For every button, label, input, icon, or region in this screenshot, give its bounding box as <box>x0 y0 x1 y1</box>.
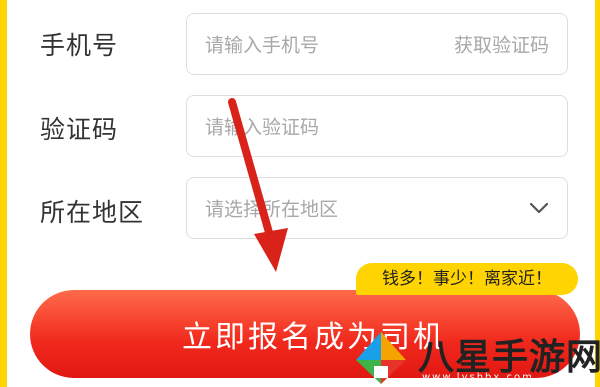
watermark-logo-icon <box>356 332 406 384</box>
region-label: 所在地区 <box>40 198 145 227</box>
code-label: 验证码 <box>40 115 119 144</box>
code-input[interactable]: 请输入验证码 <box>186 95 568 157</box>
code-placeholder: 请输入验证码 <box>205 116 320 139</box>
region-placeholder: 请选择所在地区 <box>205 198 339 221</box>
left-yellow-border <box>0 0 7 387</box>
phone-placeholder: 请输入手机号 <box>205 34 320 57</box>
phone-input[interactable]: 请输入手机号 获取验证码 <box>186 13 568 75</box>
get-code-button[interactable]: 获取验证码 <box>454 31 549 58</box>
chevron-down-icon <box>529 202 549 214</box>
promo-badge: 钱多！事少！离家近！ <box>356 263 578 295</box>
watermark-url: www.lyshbx.com <box>422 372 534 383</box>
phone-label: 手机号 <box>40 31 119 60</box>
region-select[interactable]: 请选择所在地区 <box>186 177 568 239</box>
